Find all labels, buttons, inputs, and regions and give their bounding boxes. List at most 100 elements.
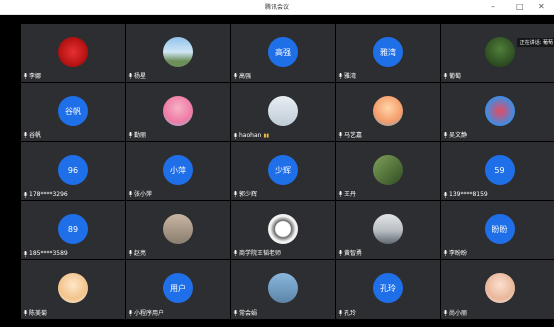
participant-name-row: 高强 [233, 71, 251, 80]
microphone-icon [338, 249, 343, 256]
participant-tile[interactable]: 赵亮 [126, 201, 230, 259]
participant-name: haohan [239, 132, 262, 139]
microphone-icon [128, 72, 133, 79]
microphone-icon [443, 309, 448, 316]
participant-name: 赵亮 [134, 250, 147, 257]
participant-name: 吴文静 [449, 132, 468, 139]
participant-tile[interactable]: 商学院王韬老师 [231, 201, 335, 259]
participant-name-row: 赵亮 [128, 248, 146, 257]
participant-name: 陈美菊 [29, 310, 48, 317]
participant-name-row: 李娜 [23, 71, 41, 80]
avatar-photo [58, 273, 88, 303]
microphone-icon [23, 250, 28, 257]
participant-name-row: 郭少辉 [233, 189, 257, 198]
avatar-photo [163, 214, 193, 244]
participant-grid: 李娜 杨星 高强 高强 雅湾 雅湾 葡萄 正在讲话: 葡萄 谷帆 谷帆 勤丽 haohan ▮▮ 马艺嘉吴… [21, 24, 554, 323]
window-title: 腾讯会议 [264, 4, 289, 11]
title-bar: 腾讯会议 – □ ✕ [0, 0, 554, 15]
participant-tile[interactable]: 谷帆 谷帆 [21, 83, 125, 141]
microphone-icon [128, 249, 133, 256]
avatar-photo [268, 273, 298, 303]
participant-name: 郭少辉 [239, 191, 258, 198]
maximize-icon[interactable]: □ [516, 1, 524, 12]
participant-name-row: 谷帆 [23, 130, 41, 139]
participant-name: 黄智勇 [344, 250, 363, 257]
microphone-icon [233, 190, 238, 197]
microphone-icon [23, 309, 28, 316]
avatar-photo [373, 214, 403, 244]
participant-tile[interactable]: 孔玲 孔玲 [336, 260, 440, 319]
avatar-initials: 雅湾 [373, 37, 403, 67]
avatar-photo [163, 37, 193, 67]
microphone-icon [23, 191, 28, 198]
participant-tile[interactable]: 葡萄 正在讲话: 葡萄 [441, 24, 554, 82]
microphone-icon [443, 191, 448, 198]
participant-name: 商学院王韬老师 [239, 250, 282, 257]
avatar-initials: 高强 [268, 37, 298, 67]
participant-name: 常会娟 [239, 310, 258, 317]
participant-tile[interactable]: 黄智勇 [336, 201, 440, 259]
participant-name-row: 孔玲 [338, 308, 356, 317]
participant-tile[interactable]: 雅湾 雅湾 [336, 24, 440, 82]
participant-tile[interactable]: 马艺嘉 [336, 83, 440, 141]
avatar-initials: 59 [484, 155, 515, 185]
participant-name-row: 杨星 [128, 71, 146, 80]
participant-tile[interactable]: 杨星 [126, 24, 230, 82]
avatar-photo [58, 37, 88, 67]
avatar-initials: 96 [58, 155, 88, 185]
microphone-icon [23, 72, 28, 79]
participant-tile[interactable]: haohan ▮▮ [231, 83, 335, 141]
participant-tile[interactable]: 李娜 [21, 24, 125, 82]
participant-name: 葡萄 [449, 73, 462, 80]
avatar-initials: 少辉 [268, 155, 298, 185]
participant-name: 178****3296 [29, 191, 68, 198]
participant-tile[interactable]: 王丹 [336, 142, 440, 200]
participant-name: 139****8159 [449, 191, 488, 198]
participant-name: 尚小丽 [449, 310, 468, 317]
participant-name: 李娜 [29, 73, 42, 80]
avatar-photo [484, 96, 515, 126]
participant-name-row: 常会娟 [233, 308, 257, 317]
participant-tile[interactable]: 少辉郭少辉 [231, 142, 335, 200]
participant-tile[interactable]: 89 185****3589 [21, 201, 125, 259]
participant-name-row: 张小萍 [128, 189, 152, 198]
participant-tile[interactable]: 勤丽 [126, 83, 230, 141]
avatar-photo [484, 37, 515, 67]
avatar-initials: 89 [58, 214, 88, 244]
participant-tile[interactable]: 96 178****3296 [21, 142, 125, 200]
close-icon[interactable]: ✕ [538, 1, 545, 12]
participant-name: 张小萍 [134, 191, 153, 198]
participant-tile[interactable]: 小萍 张小萍 [126, 142, 230, 200]
participant-tile[interactable]: 高强 高强 [231, 24, 335, 82]
avatar-initials: 盼盼 [484, 214, 515, 244]
avatar-photo [373, 96, 403, 126]
participant-tile[interactable]: 吴文静 [441, 83, 554, 141]
microphone-icon [338, 190, 343, 197]
participant-tile[interactable]: 59 139****8159 [441, 142, 554, 200]
avatar-initials: 谷帆 [58, 96, 88, 126]
microphone-icon [128, 190, 133, 197]
avatar-photo [373, 155, 403, 185]
microphone-icon [233, 72, 238, 79]
avatar-initials: 用户 [163, 273, 193, 303]
participant-name-row: 吴文静 [443, 130, 467, 139]
avatar-photo [268, 214, 298, 244]
microphone-icon [443, 131, 448, 138]
participant-tile[interactable]: 尚小丽 [441, 260, 554, 319]
participant-tile[interactable]: 盼盼 李盼盼 [441, 201, 554, 259]
participant-tile[interactable]: 陈美菊 [21, 260, 125, 319]
participant-name-row: 葡萄 [443, 71, 461, 80]
minimize-icon[interactable]: – [491, 1, 495, 12]
avatar-photo [163, 96, 193, 126]
participant-name: 谷帆 [29, 132, 42, 139]
microphone-icon [128, 131, 133, 138]
participant-name: 勤丽 [134, 132, 147, 139]
participant-tile[interactable]: 用户小程序用户 [126, 260, 230, 319]
participant-name: 小程序用户 [134, 310, 165, 317]
microphone-icon [443, 249, 448, 256]
participant-name: 杨星 [134, 73, 147, 80]
participant-tile[interactable]: 常会娟 [231, 260, 335, 319]
microphone-icon [128, 309, 133, 316]
participant-name: 雅湾 [344, 73, 357, 80]
participant-name: 185****3589 [29, 250, 68, 257]
